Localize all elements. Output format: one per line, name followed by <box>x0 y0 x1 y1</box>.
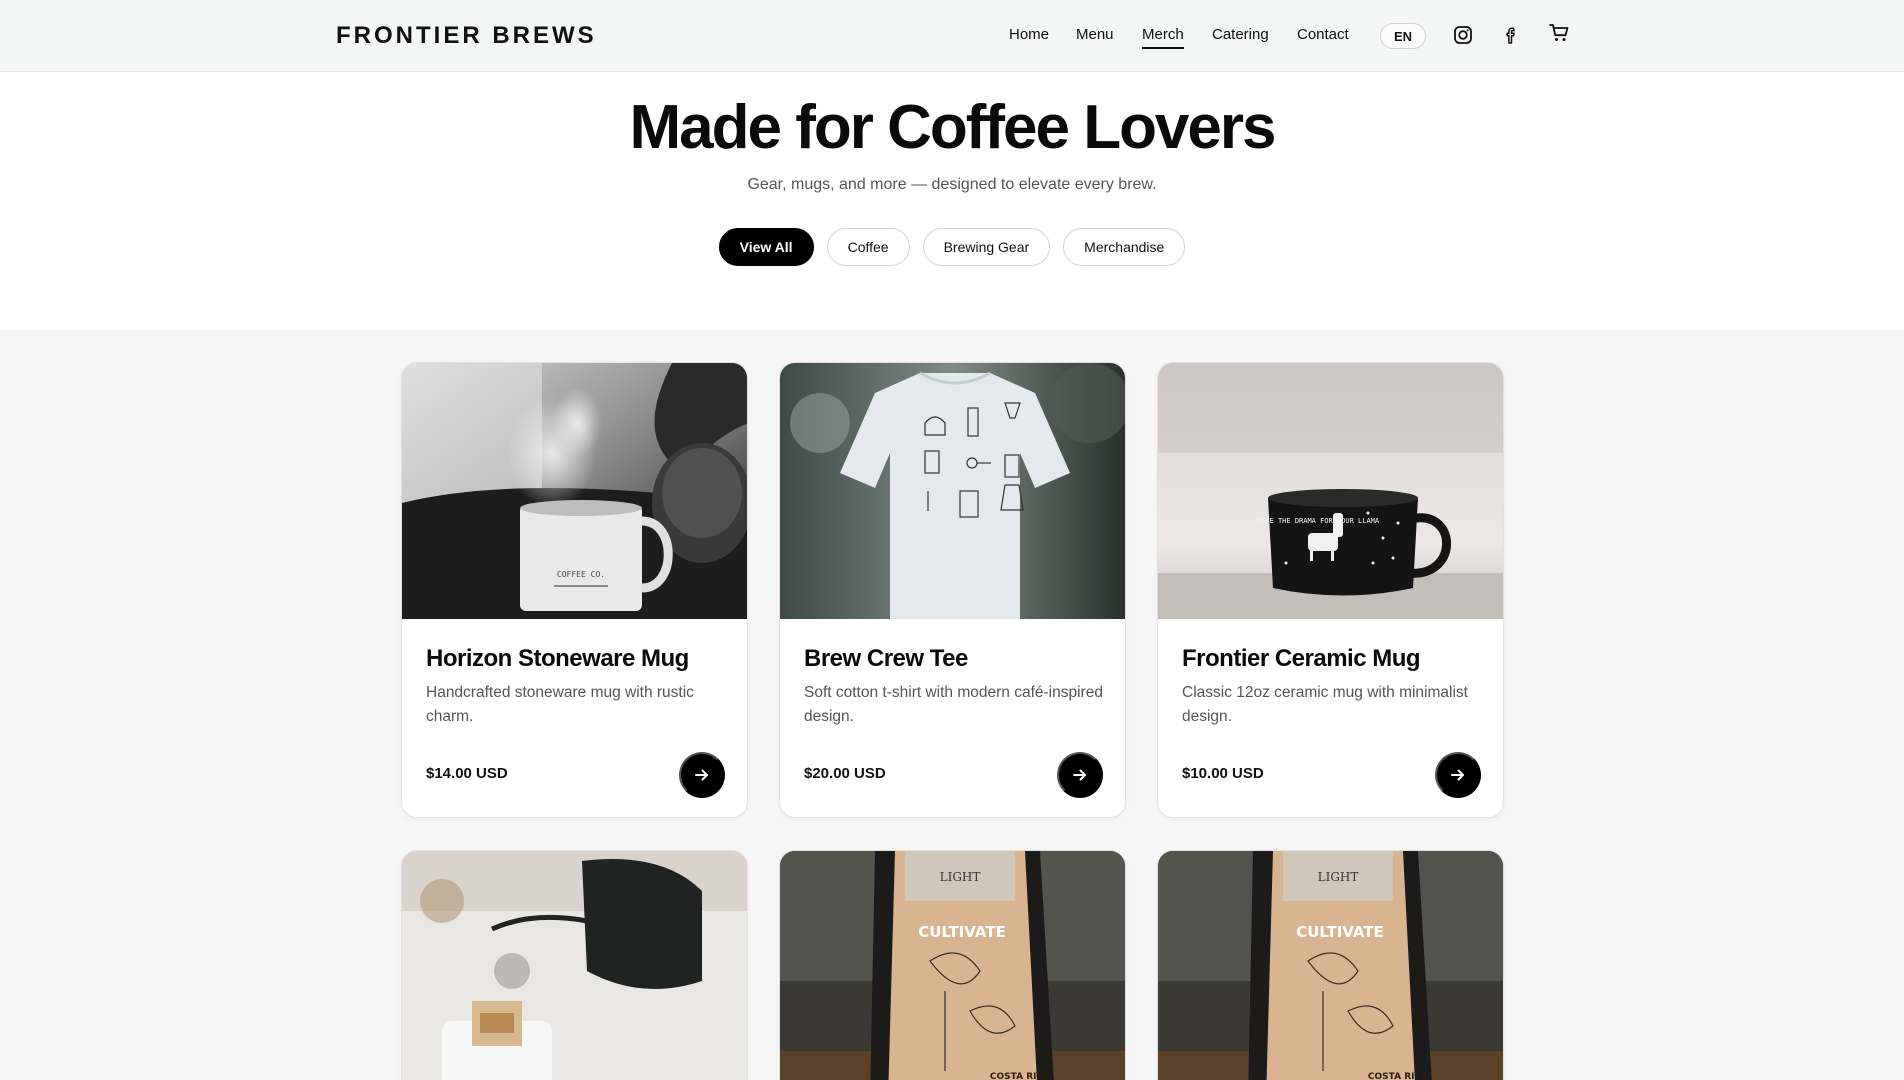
mug-print-text: SAVE THE DRAMA FOR YOUR LLAMA <box>1257 517 1380 525</box>
bag-origin-label: COSTA RICA <box>990 1072 1050 1080</box>
product-image[interactable]: SAVE THE DRAMA FOR YOUR LLAMA <box>1158 363 1503 619</box>
page-title: Made for Coffee Lovers <box>629 93 1276 162</box>
product-card[interactable]: Brew Crew Tee Soft cotton t-shirt with m… <box>779 362 1126 818</box>
coffee-bag-photo[interactable]: LIGHT CULTIVATE COSTA RICA <box>780 851 1125 1080</box>
bag-top-label: LIGHT <box>1318 870 1359 884</box>
product-image[interactable]: COFFEE CO. <box>402 363 747 619</box>
nav-contact[interactable]: Contact <box>1297 26 1349 43</box>
coffee-bag-photo[interactable]: LIGHT CULTIVATE COSTA RICA <box>1158 851 1503 1080</box>
mug-print-text: COFFEE CO. <box>557 570 605 579</box>
product-card[interactable] <box>401 850 748 1080</box>
product-card[interactable]: COFFEE CO. Horizon Stoneware Mug Handcra… <box>401 362 748 818</box>
facebook-icon[interactable] <box>1500 24 1522 46</box>
site-header: FRONTIER BREWS Home Menu Merch Catering … <box>0 0 1904 72</box>
product-card[interactable]: LIGHT CULTIVATE COSTA RICA <box>1157 850 1504 1080</box>
bag-brand-label: CULTIVATE <box>1296 923 1384 941</box>
product-description: Handcrafted stoneware mug with rustic ch… <box>426 684 694 725</box>
brand-logo[interactable]: FRONTIER BREWS <box>336 22 597 50</box>
arrow-right-icon <box>695 769 708 781</box>
product-title[interactable]: Brew Crew Tee <box>804 645 968 673</box>
view-product-button[interactable] <box>679 752 725 798</box>
filter-merchandise[interactable]: Merchandise <box>1063 228 1186 266</box>
product-title[interactable]: Frontier Ceramic Mug <box>1182 645 1421 673</box>
category-filters: View All Coffee Brewing Gear Merchandise <box>0 228 1904 266</box>
view-product-button[interactable] <box>1435 752 1481 798</box>
filter-coffee[interactable]: Coffee <box>826 228 910 266</box>
nav-catering[interactable]: Catering <box>1212 26 1269 43</box>
product-card[interactable]: SAVE THE DRAMA FOR YOUR LLAMA Frontier C… <box>1157 362 1504 818</box>
bag-brand-label: CULTIVATE <box>918 923 1006 941</box>
cart-icon[interactable] <box>1548 22 1570 44</box>
product-price: $20.00 USD <box>804 765 886 782</box>
filter-view-all[interactable]: View All <box>718 228 814 266</box>
instagram-icon[interactable] <box>1452 24 1474 46</box>
product-card[interactable]: LIGHT CULTIVATE COSTA RICA <box>779 850 1126 1080</box>
arrow-right-icon <box>1451 769 1464 781</box>
product-image[interactable] <box>780 363 1125 619</box>
bag-origin-label: COSTA RICA <box>1368 1072 1428 1080</box>
arrow-right-icon <box>1073 769 1086 781</box>
nav-merch[interactable]: Merch <box>1142 26 1184 49</box>
product-price: $10.00 USD <box>1182 765 1264 782</box>
product-price: $14.00 USD <box>426 765 508 782</box>
language-selector[interactable]: EN <box>1380 23 1426 49</box>
filter-brewing-gear[interactable]: Brewing Gear <box>922 228 1051 266</box>
gooseneck-kettle-pour-over-photo[interactable] <box>402 851 747 1080</box>
bag-top-label: LIGHT <box>940 870 981 884</box>
page-subtitle: Gear, mugs, and more — designed to eleva… <box>747 176 1157 193</box>
product-title[interactable]: Horizon Stoneware Mug <box>426 645 689 673</box>
nav-home[interactable]: Home <box>1009 26 1049 43</box>
product-description: Classic 12oz ceramic mug with minimalist… <box>1182 684 1468 725</box>
product-description: Soft cotton t-shirt with modern café-ins… <box>804 684 1103 725</box>
view-product-button[interactable] <box>1057 752 1103 798</box>
nav-menu[interactable]: Menu <box>1076 26 1114 43</box>
